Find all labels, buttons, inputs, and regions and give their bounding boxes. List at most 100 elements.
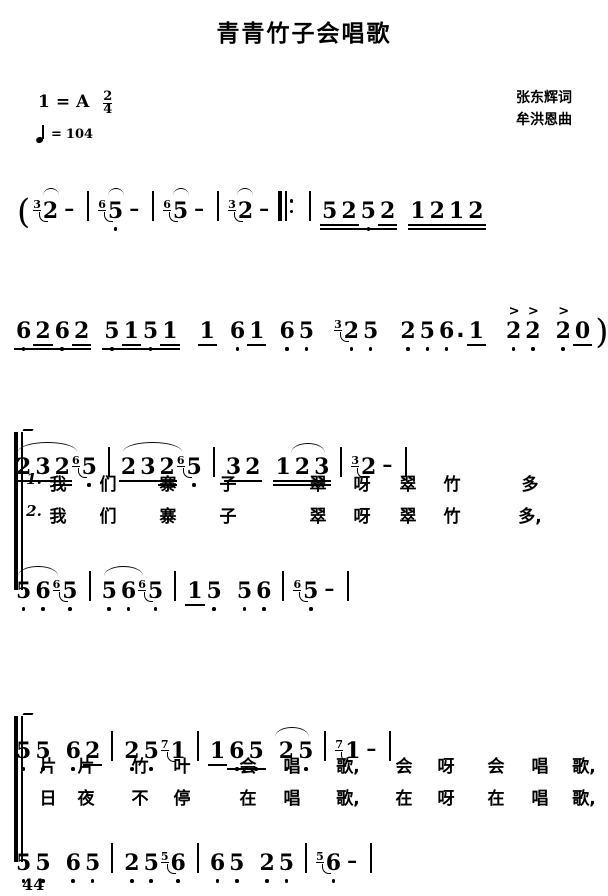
tempo-marking: = 104 — [36, 125, 93, 142]
sustain-dash: – — [347, 848, 358, 872]
lyric-syllable: 唱 — [283, 757, 301, 777]
lyric-syllable: 日 — [39, 789, 57, 809]
composer-credit: 牟洪恩曲 — [516, 111, 572, 128]
measure: 6 5– — [163, 188, 208, 222]
note-number: 5 — [101, 578, 117, 611]
sustain-dash: – — [129, 196, 140, 220]
accent-mark: > — [508, 304, 520, 319]
barline — [152, 191, 155, 221]
note-number: 5 — [358, 198, 379, 231]
note-number: 1 — [446, 198, 467, 230]
note-number: 2 — [124, 850, 140, 883]
barline — [305, 843, 308, 873]
note-number: 5 — [320, 198, 340, 230]
key-equals: = — [55, 92, 71, 113]
lyric-syllable: 歌, — [572, 757, 596, 777]
lyric-syllable: 竹 — [131, 757, 149, 777]
note: 5 — [100, 578, 119, 611]
lyric-syllable: 我 — [49, 507, 67, 527]
note-number: 2 — [400, 318, 416, 351]
grace-note-number: 3 — [33, 198, 41, 211]
lyric-syllable: 我 — [49, 475, 67, 495]
key-number: 1 — [38, 92, 50, 113]
note-number: 6 — [279, 318, 295, 351]
page-number: 44 — [22, 875, 45, 894]
grace-note-number: 3 — [334, 318, 342, 331]
note-number: 2 > — [555, 304, 571, 351]
page-title: 青青竹子会唱歌 — [216, 21, 392, 47]
grace-note: 6 — [98, 199, 114, 222]
grace-note: 5 — [160, 851, 176, 874]
accent-mark: > — [558, 304, 570, 319]
measure: 3 2– — [228, 188, 273, 222]
note: 56 — [316, 851, 343, 883]
note: 32 — [228, 188, 255, 222]
lyric-syllable: 寨 — [159, 475, 177, 495]
note-number: 6 — [438, 318, 455, 351]
note: 6 — [228, 318, 247, 351]
grace-note-number: 7 — [335, 738, 344, 751]
sheet-music-page: 青青竹子会唱歌 1 = A 2 4 = 104 张东辉词 牟洪恩曲 (3 2–6 5… — [0, 0, 608, 896]
lyric-syllable: 歌, — [336, 757, 360, 777]
lyric-syllable: 歌, — [572, 789, 596, 809]
note-number: 5 — [84, 850, 101, 883]
note: 5 — [227, 852, 246, 883]
lyric-syllable: 停 — [173, 789, 191, 809]
note: 2 — [398, 318, 417, 351]
note-number: 5 — [278, 850, 295, 883]
lyric-syllable: 会 — [395, 757, 413, 777]
lyrics-line: 1. 我 们 寨 子 翠 呀 翠 竹 多 — [0, 470, 608, 496]
note-number: 1 — [197, 318, 218, 346]
note: 65 — [163, 188, 190, 222]
note: 1 — [446, 198, 467, 230]
lyric-syllable: 片 — [39, 757, 57, 777]
note: 1 — [121, 318, 142, 350]
barline — [111, 843, 114, 873]
note: 5 — [83, 850, 102, 883]
note: 6 — [254, 578, 273, 611]
slur — [275, 727, 310, 737]
grace-note: 5 — [316, 851, 332, 874]
note: 65 — [98, 188, 125, 231]
accent-mark: > — [527, 304, 539, 319]
note-number: 6 — [209, 850, 226, 883]
barline — [88, 571, 91, 601]
note-number: 6 — [35, 578, 51, 611]
lyric-syllable: 呀 — [437, 757, 455, 777]
note-number: 2 > — [505, 304, 522, 351]
note-number: 5 — [106, 188, 125, 231]
note: 1 — [197, 318, 218, 346]
note-number: 6 — [120, 578, 137, 611]
note-number: 2 — [236, 188, 255, 222]
note: 2 — [71, 320, 92, 350]
lyric-syllable: 在 — [487, 789, 505, 809]
note: 2 — [427, 200, 448, 230]
time-signature-denominator: 4 — [103, 101, 113, 117]
barline — [196, 843, 199, 873]
note: 1 — [466, 320, 487, 346]
lyric-syllable: 唱 — [283, 789, 301, 809]
lyric-syllable: 竹 — [443, 475, 461, 495]
note-number: 5 — [140, 318, 161, 351]
note-number: 1 — [121, 318, 142, 350]
slur-arc — [107, 188, 124, 196]
barline — [87, 191, 90, 221]
note: 6 — [64, 852, 83, 883]
note: 1 — [160, 320, 180, 350]
note-number: 6 — [256, 578, 272, 611]
lyricist-credit: 张东辉词 — [516, 90, 572, 106]
grace-note-number: 6 — [71, 454, 80, 467]
note: 6. — [437, 318, 467, 351]
note-number: 5 — [419, 318, 435, 351]
note: 65 — [138, 578, 165, 611]
sustain-dash: – — [324, 576, 335, 600]
note-number: 5 — [62, 578, 78, 611]
note: 2 > — [523, 305, 542, 351]
lyric-syllable: 翠 — [399, 475, 417, 495]
note-number: 6 — [229, 318, 246, 351]
measure: 256.1 — [398, 318, 487, 351]
note-number: 5 — [147, 578, 164, 611]
note-number: 2 — [343, 318, 360, 351]
note: 1 — [247, 320, 267, 346]
stave-harmony: 5 5 6 5 2 5 5 6 6 5 2 5 5 6– — [0, 820, 608, 883]
